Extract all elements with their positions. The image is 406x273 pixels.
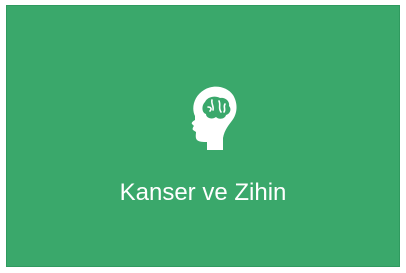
kanser-ve-zihin-tile[interactable]: Kanser ve Zihin (6, 5, 400, 267)
tile-label: Kanser ve Zihin (119, 179, 287, 206)
page: Kanser ve Zihin (0, 0, 406, 273)
head-brain-icon (185, 82, 241, 154)
